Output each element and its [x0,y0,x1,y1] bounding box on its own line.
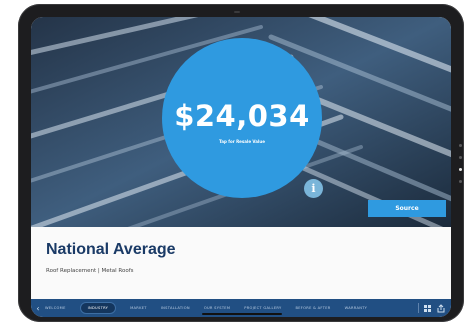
tablet-frame: $24,034 Tap for Resale Value i Source Na… [18,4,464,322]
content-section: National Average Roof Replacement | Meta… [31,227,451,299]
grid-icon[interactable] [424,304,431,312]
nav-actions [418,303,445,313]
nav-divider [418,303,419,313]
nav-item-before-after[interactable]: BEFORE & AFTER [295,306,330,310]
nav-item-warranty[interactable]: WARRANTY [345,306,368,310]
price-value: $24,034 [174,98,310,133]
camera [234,11,240,13]
nav-item-welcome[interactable]: WELCOME [45,306,66,310]
home-indicator[interactable] [202,313,282,315]
price-circle[interactable]: $24,034 Tap for Resale Value [162,38,322,198]
source-button[interactable]: Source [368,200,446,217]
nav-item-our-system[interactable]: OUR SYSTEM [204,306,230,310]
chevron-left-icon[interactable]: ‹ [31,304,45,313]
tap-hint: Tap for Resale Value [219,138,265,144]
nav-item-project-gallery[interactable]: PROJECT GALLERY [244,306,281,310]
screen: $24,034 Tap for Resale Value i Source Na… [31,17,451,317]
page-subtitle: Roof Replacement | Metal Roofs [46,268,134,274]
share-icon[interactable] [437,303,445,313]
side-buttons [459,144,462,192]
nav-item-installation[interactable]: INSTALLATION [161,306,190,310]
page-title: National Average [46,241,176,258]
nav-item-market[interactable]: MARKET [130,306,147,310]
nav-item-industry[interactable]: INDUSTRY [79,302,117,314]
info-icon[interactable]: i [304,179,323,198]
hero-section: $24,034 Tap for Resale Value i Source [31,17,451,227]
